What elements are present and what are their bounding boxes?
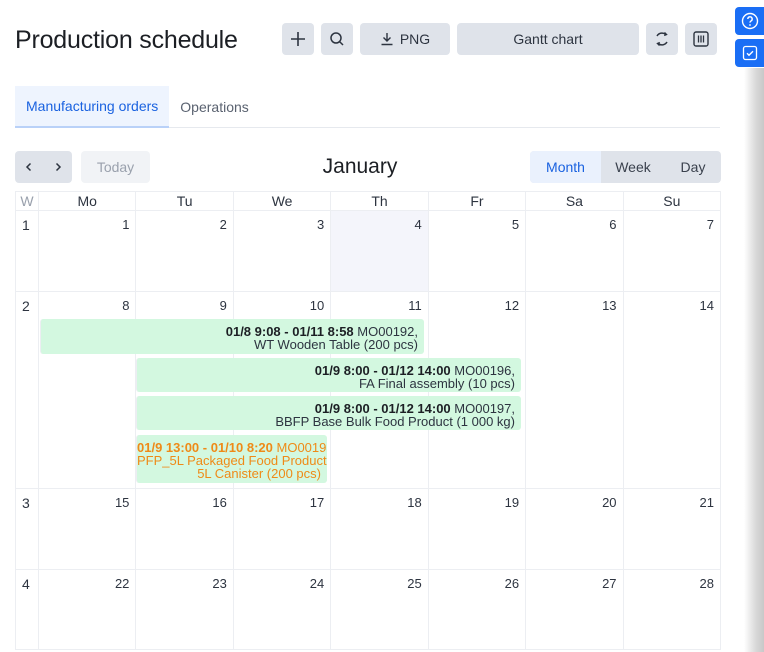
day-cell[interactable]: 17 xyxy=(232,489,330,569)
view-week-button[interactable]: Week xyxy=(601,151,665,183)
month-label: January xyxy=(322,155,398,178)
day-cell[interactable]: 27 xyxy=(525,570,622,649)
day-cell-highlighted[interactable]: 4 xyxy=(330,211,428,291)
day-cell[interactable]: 23 xyxy=(135,570,232,649)
columns-icon xyxy=(693,31,709,47)
tasks-button[interactable] xyxy=(735,39,764,67)
view-month-button[interactable]: Month xyxy=(530,151,601,183)
day-cell[interactable]: 19 xyxy=(427,489,525,569)
gantt-chart-button[interactable]: Gantt chart xyxy=(457,23,639,55)
side-panel-edge xyxy=(744,68,764,652)
refresh-icon xyxy=(656,32,668,46)
week-row: 4 22 23 24 25 26 27 28 xyxy=(15,570,721,650)
day-cell[interactable]: 18 xyxy=(330,489,427,569)
day-header: We xyxy=(232,192,330,210)
gantt-chart-label: Gantt chart xyxy=(513,31,583,47)
page-title: Production schedule xyxy=(15,26,238,54)
day-header: Sa xyxy=(525,192,622,210)
download-icon xyxy=(381,33,393,46)
day-cell[interactable]: 5 xyxy=(427,211,525,291)
week-row: 3 15 16 17 18 19 20 21 xyxy=(15,489,721,570)
day-header: Fr xyxy=(427,192,525,210)
help-icon xyxy=(741,12,758,30)
day-cell[interactable]: 15 xyxy=(38,489,135,569)
day-cell[interactable]: 3 xyxy=(232,211,330,291)
event-description: BBFP Base Bulk Food Product (1 000 kg) xyxy=(275,414,515,429)
event-mo00197[interactable]: 01/9 8:00 - 01/12 14:00 MO00197, BBFP Ba… xyxy=(136,396,521,430)
view-switcher: Month Week Day xyxy=(530,151,721,183)
export-png-button[interactable]: PNG xyxy=(360,23,450,55)
add-button[interactable] xyxy=(282,23,314,55)
day-cell[interactable]: 14 xyxy=(622,292,720,488)
event-description: 5L Canister (200 pcs) xyxy=(197,466,321,481)
plus-icon xyxy=(291,32,305,46)
calendar-grid: W Mo Tu We Th Fr Sa Su 1 1 2 3 4 5 6 7 2… xyxy=(15,191,721,650)
day-cell[interactable]: 1 xyxy=(38,211,135,291)
day-header: Mo xyxy=(37,192,135,210)
day-cell[interactable]: 2 xyxy=(135,211,232,291)
day-header: Su xyxy=(622,192,720,210)
day-cell[interactable]: 25 xyxy=(330,570,427,649)
refresh-button[interactable] xyxy=(646,23,678,55)
calendar-header-row: W Mo Tu We Th Fr Sa Su xyxy=(15,191,721,211)
week-number: 1 xyxy=(22,217,30,233)
help-button[interactable] xyxy=(735,7,764,35)
view-day-button[interactable]: Day xyxy=(665,151,721,183)
day-cell[interactable]: 22 xyxy=(38,570,135,649)
day-header: Th xyxy=(330,192,427,210)
week-number: 3 xyxy=(22,495,30,511)
week-row: 2 8 9 10 11 12 13 14 01/8 9:08 - 01/11 8… xyxy=(15,292,721,489)
day-cell[interactable]: 16 xyxy=(135,489,232,569)
event-mo00198[interactable]: 01/9 13:00 - 01/10 8:20 MO00198, PFP_5L … xyxy=(136,435,327,483)
tab-operations[interactable]: Operations xyxy=(169,86,259,127)
day-cell[interactable]: 24 xyxy=(232,570,330,649)
day-cell[interactable]: 26 xyxy=(427,570,525,649)
day-cell[interactable]: 13 xyxy=(525,292,622,488)
columns-button[interactable] xyxy=(685,23,717,55)
week-row: 1 1 2 3 4 5 6 7 xyxy=(15,211,721,292)
week-number: 4 xyxy=(22,576,30,592)
day-header: Tu xyxy=(135,192,232,210)
week-number: 2 xyxy=(22,298,30,314)
day-cell[interactable]: 6 xyxy=(525,211,622,291)
tab-manufacturing-orders[interactable]: Manufacturing orders xyxy=(15,86,170,128)
event-mo00196[interactable]: 01/9 8:00 - 01/12 14:00 MO00196, FA Fina… xyxy=(136,358,521,392)
day-cell[interactable]: 21 xyxy=(622,489,720,569)
event-mo00192[interactable]: 01/8 9:08 - 01/11 8:58 MO00192, WT Woode… xyxy=(40,319,424,354)
checkbox-icon xyxy=(742,45,757,61)
day-cell[interactable]: 7 xyxy=(622,211,720,291)
search-icon xyxy=(330,32,344,46)
search-button[interactable] xyxy=(321,23,353,55)
event-description: FA Final assembly (10 pcs) xyxy=(358,376,515,391)
day-cell[interactable]: 28 xyxy=(622,570,720,649)
week-number-header: W xyxy=(20,193,34,209)
event-description: WT Wooden Table (200 pcs) xyxy=(253,337,418,352)
tab-bar: Manufacturing orders Operations xyxy=(15,86,720,128)
png-label: PNG xyxy=(399,31,431,47)
day-cell[interactable]: 20 xyxy=(525,489,622,569)
